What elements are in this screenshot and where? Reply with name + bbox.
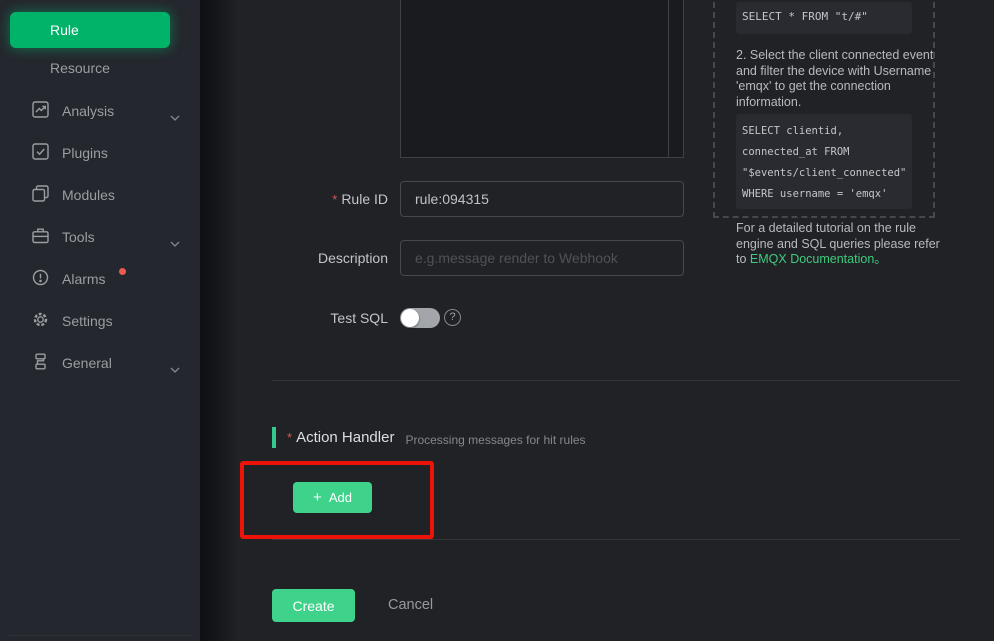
sidebar-item-rule[interactable]: Rule	[10, 12, 170, 48]
analysis-icon	[32, 101, 49, 121]
help-step-2-text: 2. Select the client connected event and…	[736, 48, 938, 110]
create-button[interactable]: Create	[272, 589, 355, 622]
required-mark: *	[332, 192, 337, 207]
sidebar-item-label: General	[62, 355, 112, 371]
code-line: WHERE username = 'emqx'	[742, 184, 908, 205]
test-sql-label: Test SQL	[240, 310, 388, 327]
sidebar-item-plugins[interactable]: Plugins	[0, 132, 200, 173]
sql-editor[interactable]	[400, 0, 684, 158]
action-handler-hint: Processing messages for hit rules	[405, 433, 585, 447]
tools-icon	[32, 227, 49, 247]
sidebar-item-analysis[interactable]: Analysis	[0, 90, 200, 131]
tutorial-suffix: 。	[874, 252, 887, 266]
chevron-down-icon	[170, 234, 180, 250]
section-divider	[272, 380, 960, 381]
sql-editor-scrollbar[interactable]	[668, 0, 669, 157]
documentation-link[interactable]: EMQX Documentation	[750, 252, 874, 266]
sidebar: Rule Resource Analysis Plugins	[0, 0, 200, 641]
required-mark: *	[287, 430, 292, 445]
description-input[interactable]	[400, 240, 684, 276]
action-handler-title: *Action Handler	[287, 429, 394, 446]
rule-id-input[interactable]	[400, 181, 684, 217]
sidebar-item-label: Analysis	[62, 103, 114, 119]
gear-icon	[32, 311, 49, 331]
sidebar-item-tools[interactable]: Tools	[0, 216, 200, 257]
add-button-label: Add	[329, 490, 352, 505]
plus-icon: +	[313, 489, 322, 506]
help-icon[interactable]: ?	[444, 309, 461, 326]
test-sql-toggle[interactable]	[400, 308, 440, 328]
sidebar-item-modules[interactable]: Modules	[0, 174, 200, 215]
sidebar-item-alarms[interactable]: Alarms	[0, 258, 200, 299]
sidebar-item-settings[interactable]: Settings	[0, 300, 200, 341]
tutorial-note: For a detailed tutorial on the rule engi…	[736, 221, 940, 268]
section-divider	[272, 539, 960, 540]
sidebar-shadow	[200, 0, 238, 641]
section-accent-bar	[272, 427, 276, 448]
alarm-icon	[32, 269, 49, 289]
description-label: Description	[240, 250, 388, 267]
toggle-knob	[401, 309, 419, 327]
alert-dot	[119, 268, 126, 275]
rule-id-label: *Rule ID	[240, 191, 388, 208]
sidebar-bottom-divider	[8, 635, 192, 636]
modules-icon	[32, 185, 49, 205]
sql-example-1: SELECT * FROM "t/#"	[736, 2, 912, 34]
code-line: "$events/client_connected"	[742, 163, 908, 184]
sidebar-item-label: Settings	[62, 313, 113, 329]
sidebar-item-label: Tools	[62, 229, 95, 245]
code-line: connected_at FROM	[742, 142, 908, 163]
sidebar-item-resource[interactable]: Resource	[0, 48, 200, 88]
sidebar-item-general[interactable]: General	[0, 342, 200, 383]
emqx-dashboard: Rule Resource Analysis Plugins	[0, 0, 994, 641]
sql-example-2: SELECT clientid, connected_at FROM "$eve…	[736, 114, 912, 209]
sidebar-item-label: Modules	[62, 187, 115, 203]
plugins-icon	[32, 143, 49, 163]
add-action-button[interactable]: + Add	[293, 482, 372, 513]
chevron-down-icon	[170, 108, 180, 124]
action-handler-header: *Action Handler Processing messages for …	[272, 427, 586, 448]
cancel-button[interactable]: Cancel	[388, 597, 433, 613]
sidebar-item-label: Alarms	[62, 271, 106, 287]
general-icon	[32, 353, 49, 373]
chevron-down-icon	[170, 360, 180, 376]
code-line: SELECT clientid,	[742, 121, 908, 142]
sidebar-item-label: Plugins	[62, 145, 108, 161]
